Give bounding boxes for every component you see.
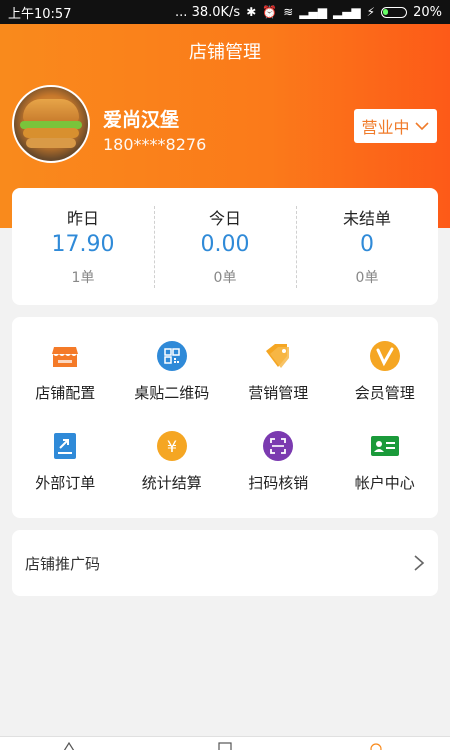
function-grid: 店铺配置 桌贴二维码 营销管理 会员管理 外部订单 ¥ 统计结算 扫码核销 帐户… bbox=[12, 317, 438, 518]
qrcode-icon bbox=[156, 341, 187, 371]
tab-home-icon[interactable] bbox=[62, 741, 76, 750]
signal-icon: ▂▄▆ bbox=[299, 5, 327, 19]
promo-label: 店铺推广码 bbox=[25, 554, 101, 573]
shop-name: 爱尚汉堡 bbox=[103, 109, 180, 131]
func-account-center[interactable]: 帐户中心 bbox=[332, 415, 439, 505]
burger-bun-top bbox=[23, 99, 79, 123]
wifi-icon: ≋ bbox=[283, 5, 294, 19]
business-status-label: 营业中 bbox=[361, 118, 410, 137]
alarm-icon: ⏰ bbox=[262, 5, 278, 19]
page-title: 店铺管理 bbox=[189, 42, 261, 63]
tab-mine-icon[interactable] bbox=[369, 741, 383, 750]
func-label: 桌贴二维码 bbox=[134, 384, 210, 402]
stat-value: 0.00 bbox=[200, 232, 250, 257]
stat-label: 今日 bbox=[208, 209, 241, 228]
func-table-qrcode[interactable]: 桌贴二维码 bbox=[119, 325, 226, 415]
shop-phone: 180****8276 bbox=[103, 135, 207, 154]
stats-card: 昨日 17.90 1单 今日 0.00 0单 未结单 0 0单 bbox=[12, 188, 438, 305]
stat-order-count: 0单 bbox=[213, 270, 237, 286]
hd-signal-icon: ▂▄▆ bbox=[332, 5, 361, 19]
tag-icon bbox=[266, 344, 290, 368]
func-scan-verify[interactable]: 扫码核销 bbox=[225, 415, 332, 505]
stat-value: 0 bbox=[360, 232, 374, 257]
stat-order-count: 0单 bbox=[355, 270, 379, 286]
func-label: 统计结算 bbox=[141, 474, 202, 492]
network-speed: ... 38.0K/s bbox=[175, 4, 241, 20]
func-marketing[interactable]: 营销管理 bbox=[225, 325, 332, 415]
status-icons: ... 38.0K/s ✱ ⏰ ≋ ▂▄▆ ▂▄▆ ⚡ 20% bbox=[175, 5, 442, 20]
yuan-icon: ¥ bbox=[156, 431, 187, 461]
func-external-order[interactable]: 外部订单 bbox=[12, 415, 119, 505]
stat-order-count: 1单 bbox=[71, 270, 95, 286]
shop-promo-code-row[interactable]: 店铺推广码 bbox=[12, 530, 438, 596]
bottom-tab-bar bbox=[0, 736, 450, 750]
stat-yesterday[interactable]: 昨日 17.90 1单 bbox=[12, 188, 154, 305]
status-time: 上午10:57 bbox=[8, 6, 72, 22]
store-icon bbox=[52, 347, 79, 367]
status-bar: 上午10:57 ... 38.0K/s ✱ ⏰ ≋ ▂▄▆ ▂▄▆ ⚡ 20% bbox=[0, 0, 450, 24]
func-label: 帐户中心 bbox=[354, 474, 415, 492]
tab-orders-icon[interactable] bbox=[218, 741, 232, 750]
func-label: 扫码核销 bbox=[248, 474, 309, 492]
burger-bun-bottom bbox=[26, 138, 76, 148]
chevron-right-icon bbox=[414, 555, 425, 571]
burger-patty bbox=[23, 128, 79, 138]
charging-icon: ⚡ bbox=[366, 5, 376, 19]
chevron-down-icon bbox=[414, 122, 429, 131]
scan-icon bbox=[263, 431, 294, 461]
stat-label: 未结单 bbox=[342, 209, 391, 228]
func-member[interactable]: 会员管理 bbox=[332, 325, 439, 415]
vip-icon bbox=[369, 341, 400, 371]
func-label: 会员管理 bbox=[354, 384, 415, 402]
func-statistics[interactable]: ¥ 统计结算 bbox=[119, 415, 226, 505]
stat-value: 17.90 bbox=[51, 232, 115, 257]
func-label: 营销管理 bbox=[248, 384, 309, 402]
business-status-dropdown[interactable]: 营业中 bbox=[354, 109, 437, 143]
stat-label: 昨日 bbox=[66, 209, 99, 228]
account-card-icon bbox=[370, 436, 399, 456]
battery-icon bbox=[381, 6, 408, 18]
func-label: 外部订单 bbox=[35, 474, 96, 492]
shop-avatar[interactable] bbox=[12, 85, 90, 163]
bluetooth-icon: ✱ bbox=[246, 5, 257, 19]
stat-today[interactable]: 今日 0.00 0单 bbox=[154, 188, 296, 305]
battery-percent: 20% bbox=[413, 4, 442, 20]
func-store-config[interactable]: 店铺配置 bbox=[12, 325, 119, 415]
svg-text:¥: ¥ bbox=[167, 437, 177, 456]
external-order-icon bbox=[54, 433, 77, 459]
stat-unsettled[interactable]: 未结单 0 0单 bbox=[296, 188, 438, 305]
func-label: 店铺配置 bbox=[35, 384, 96, 402]
